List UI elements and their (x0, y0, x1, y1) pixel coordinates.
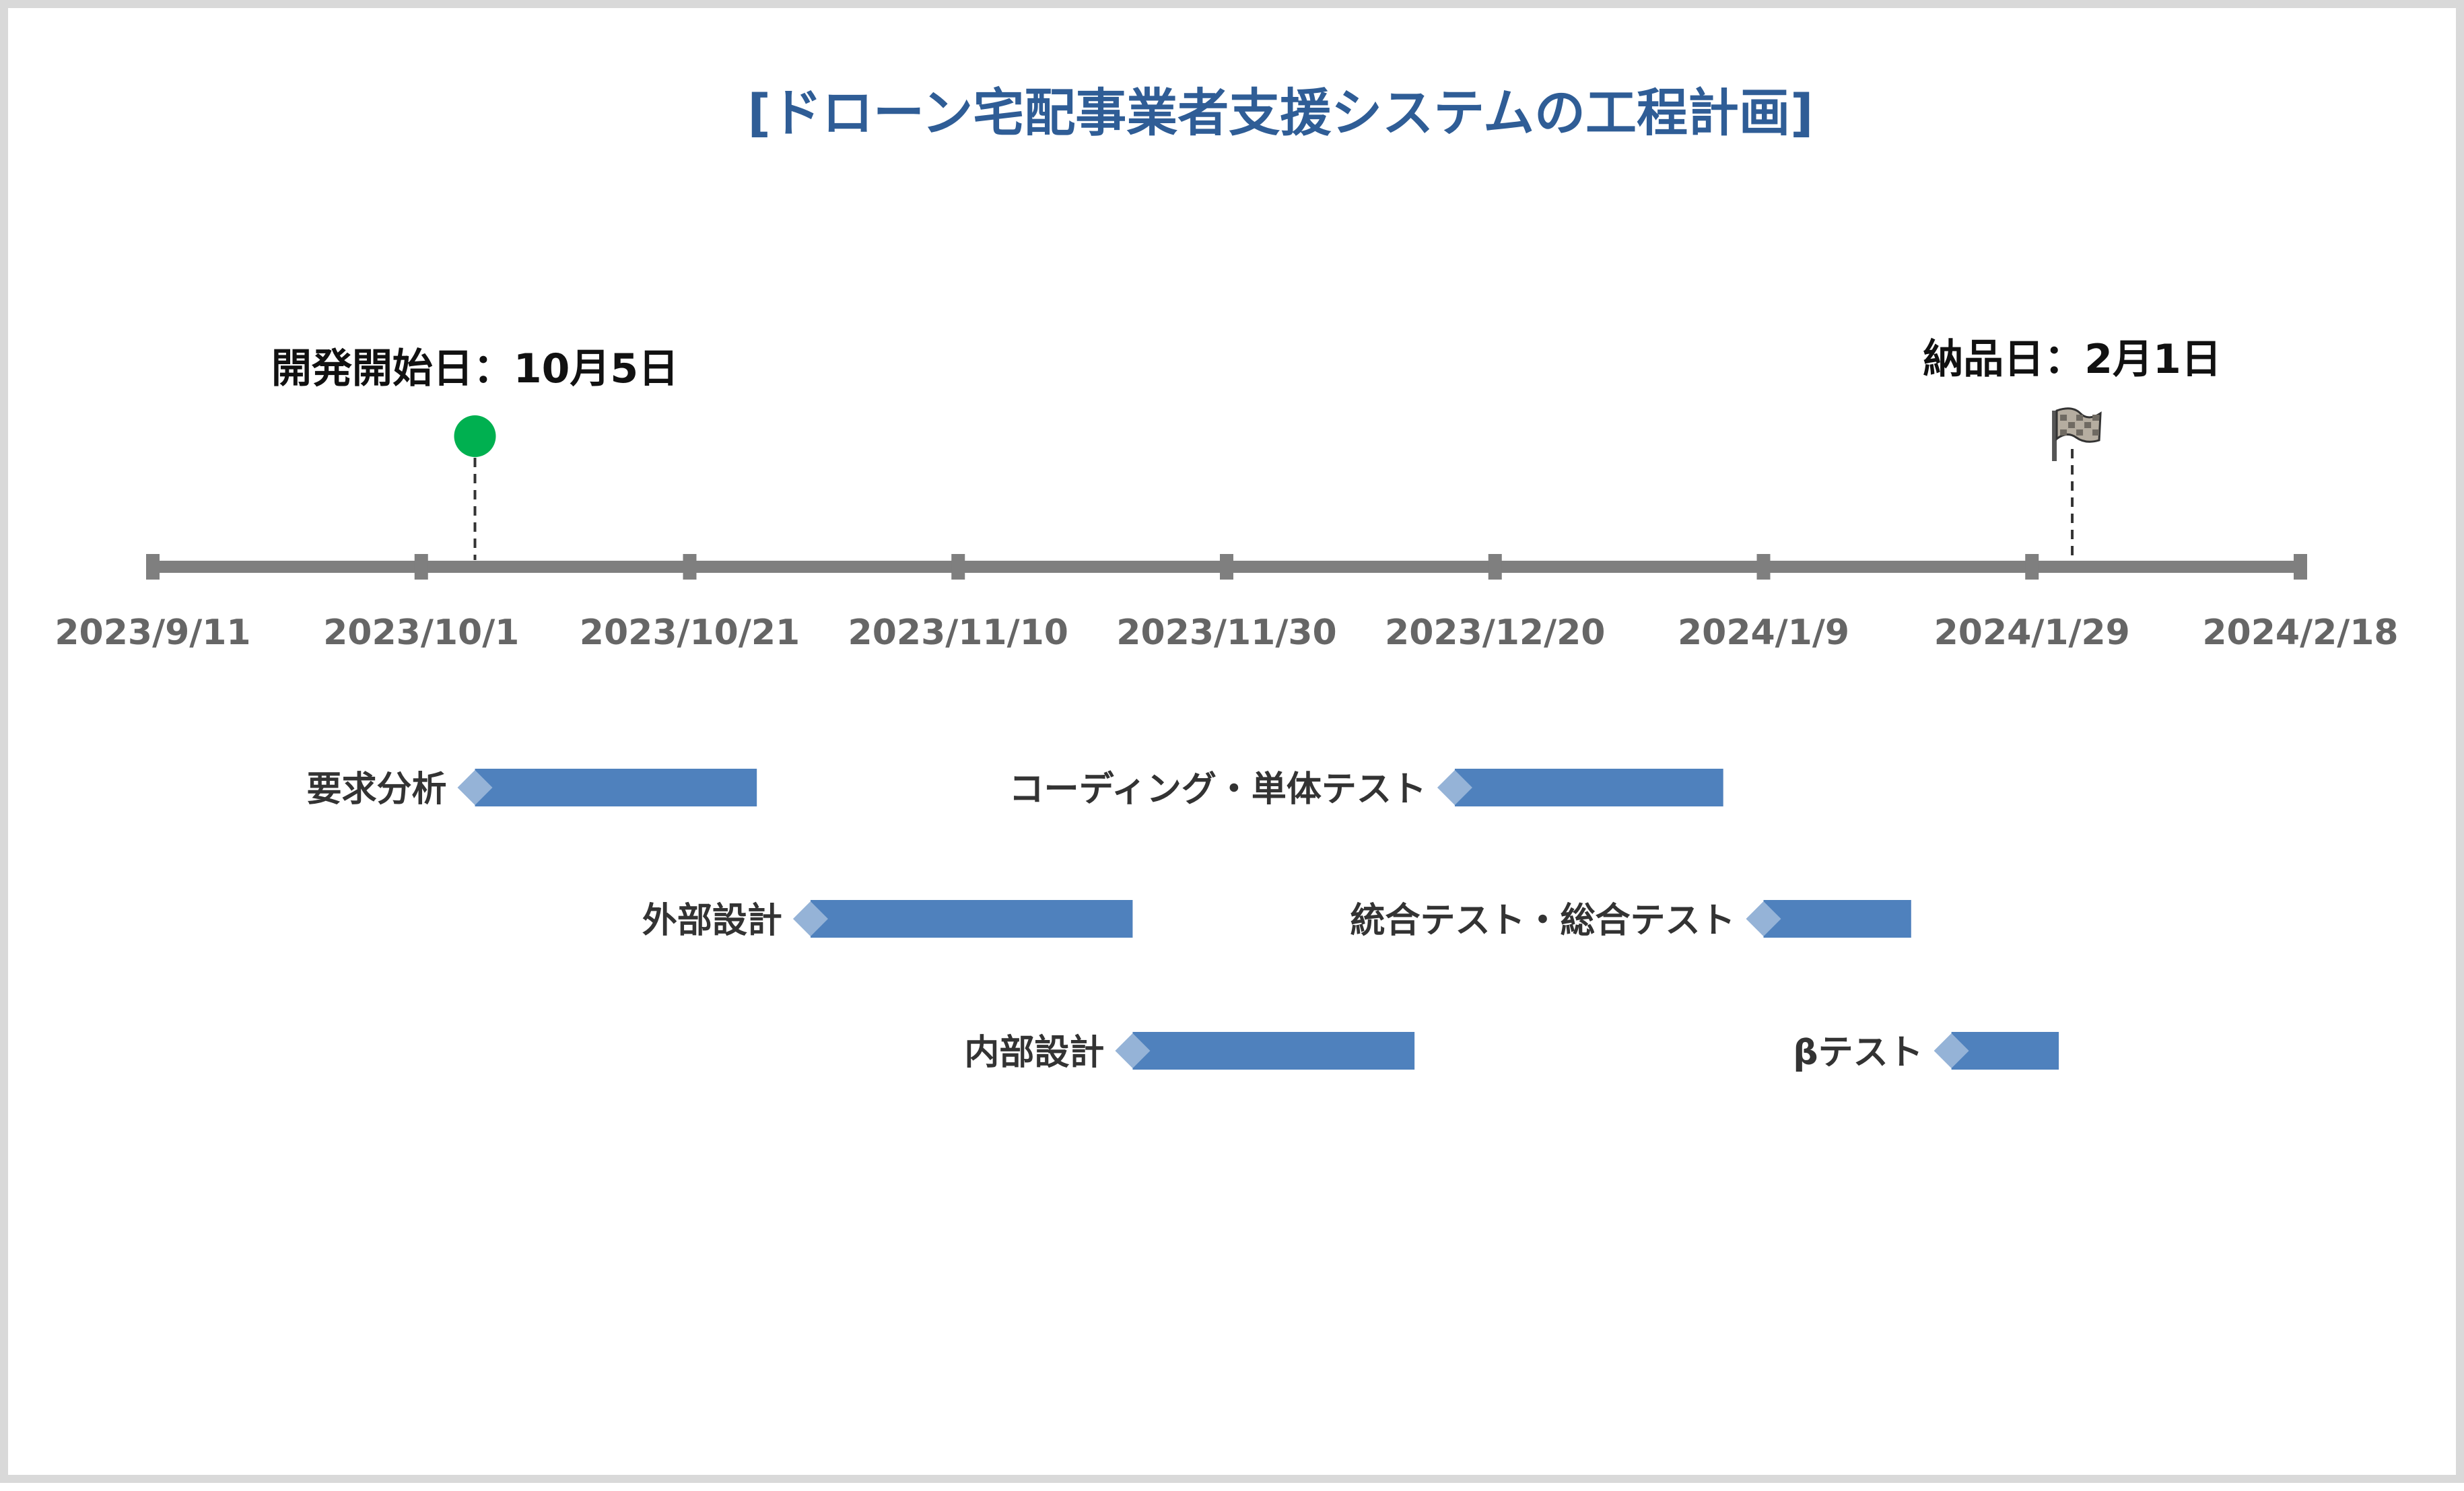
task-bar (1763, 900, 1911, 938)
flag-cloth (2055, 407, 2102, 443)
task-bar (475, 769, 757, 806)
axis-tick (414, 554, 428, 580)
axis-tick-label: 2023/10/1 (323, 613, 519, 653)
flag-check (2068, 422, 2076, 428)
flag-check (2060, 429, 2067, 436)
flag-check (2076, 429, 2084, 436)
task-label: 内部設計 (964, 1033, 1104, 1073)
milestone-label: 納品日：2月1日 (1923, 336, 2222, 383)
axis-tick (1756, 554, 1771, 580)
timeline-chart: [ドローン宅配事業者支援システムの工程計画] 2023/9/11 2023/10/… (55, 83, 2398, 1073)
task-bar (1132, 1032, 1415, 1070)
axis-tick (2025, 554, 2039, 580)
task-label: 外部設計 (642, 901, 782, 941)
axis-tick (1488, 554, 1502, 580)
axis-tick-label: 2023/11/10 (848, 613, 1068, 653)
axis-tick-label: 2024/2/18 (2202, 613, 2398, 653)
axis-tick (1220, 554, 1233, 580)
axis-tick-label: 2024/1/9 (1678, 613, 1849, 653)
chart-frame: [ドローン宅配事業者支援システムの工程計画] 2023/9/11 2023/10/… (0, 0, 2464, 1483)
task-bar (1454, 769, 1723, 806)
axis-tick-label: 2023/11/30 (1116, 613, 1336, 653)
axis-tick (2294, 554, 2307, 580)
chart-title: [ドローン宅配事業者支援システムの工程計画] (747, 83, 1813, 143)
axis-tick-label: 2023/12/20 (1385, 613, 1605, 653)
axis-tick (951, 554, 965, 580)
flag-check (2092, 429, 2100, 436)
flag-check (2084, 422, 2092, 428)
axis-tick-label: 2024/1/29 (1934, 613, 2130, 653)
flag-check (2092, 415, 2100, 421)
task-label: βテスト (1793, 1033, 1923, 1073)
task-label: 要求分析 (306, 769, 446, 810)
milestone-start-circle (454, 415, 496, 457)
axis-tick-label: 2023/9/11 (55, 613, 250, 653)
axis-tick-label: 2023/10/21 (580, 613, 800, 653)
axis-tick (146, 554, 160, 580)
flag-check (2076, 415, 2084, 421)
task-bar (810, 900, 1133, 938)
task-label: コーディング・単体テスト (1009, 769, 1427, 810)
flag-check (2060, 415, 2067, 421)
axis-tick (683, 554, 697, 580)
task-label: 統合テスト・総合テスト (1350, 901, 1735, 941)
checkered-flag-icon (2052, 407, 2102, 461)
milestone-label: 開発開始日：10月5日 (271, 345, 679, 392)
